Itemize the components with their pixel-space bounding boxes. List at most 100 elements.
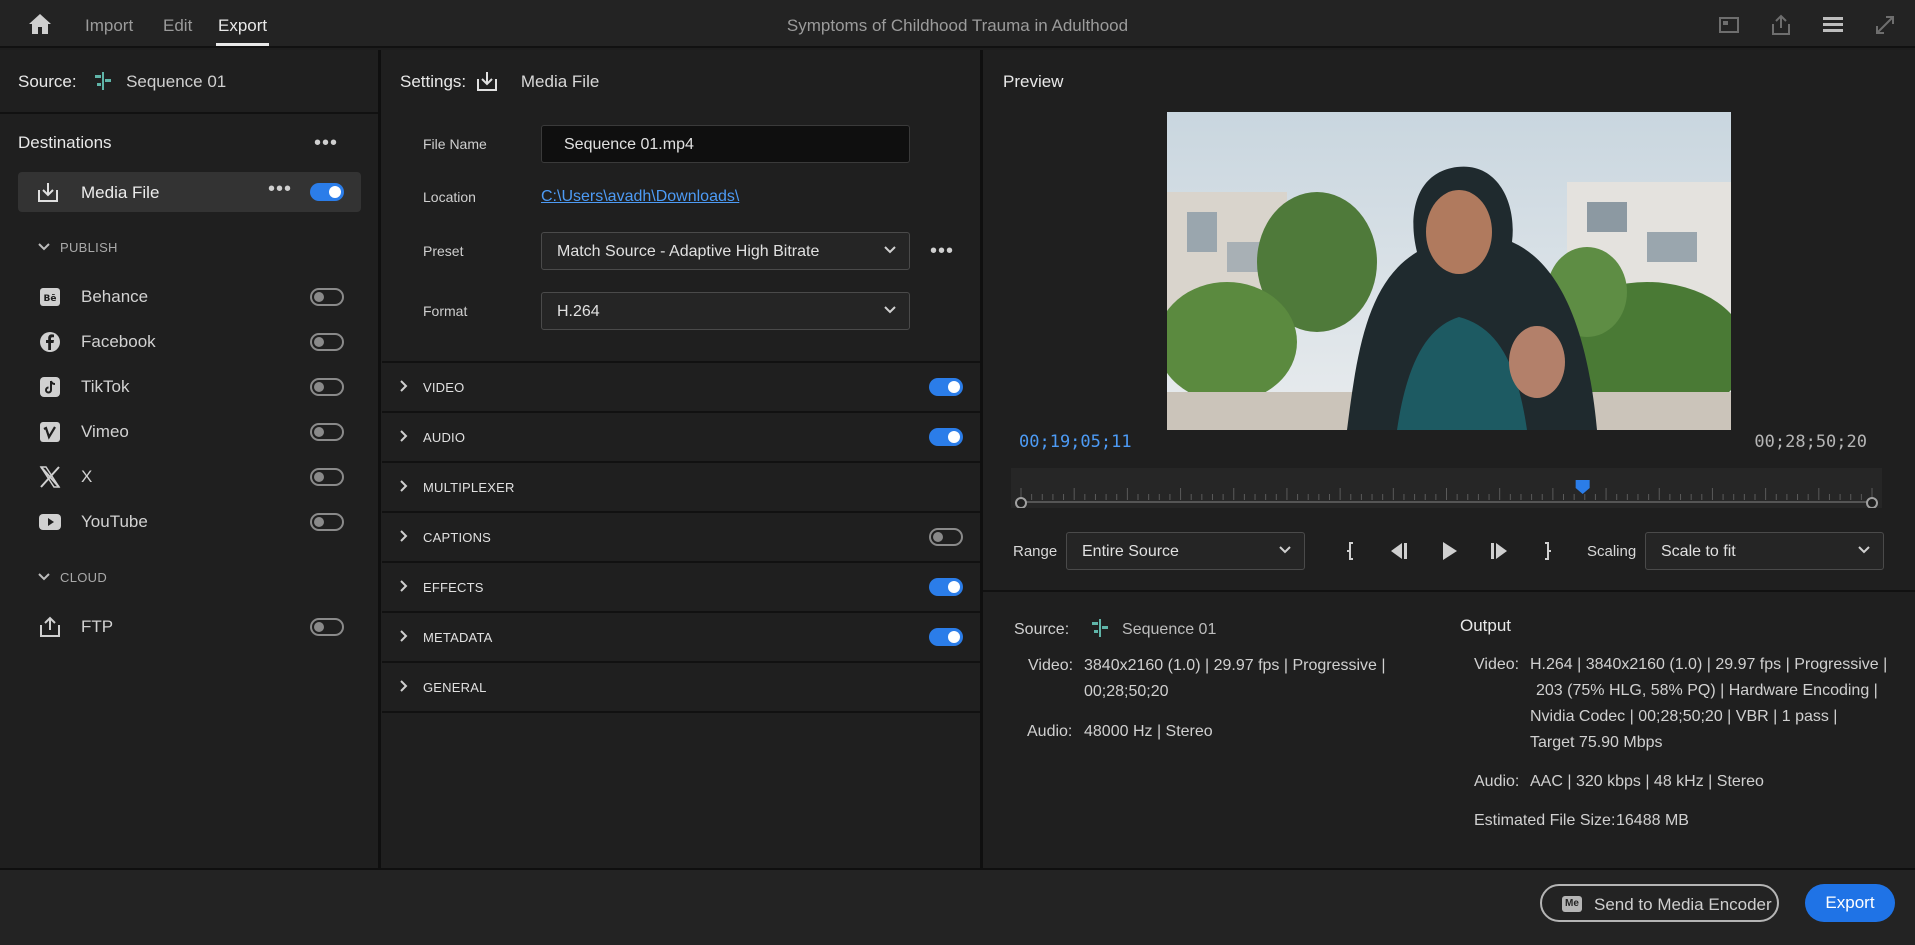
upload-icon bbox=[40, 616, 60, 637]
destination-name: TikTok bbox=[81, 377, 130, 396]
source-label: Source: bbox=[18, 72, 77, 91]
destination-name: X bbox=[81, 467, 93, 486]
step-back-icon[interactable] bbox=[1388, 540, 1410, 562]
source-sequence-name: Sequence 01 bbox=[126, 72, 227, 91]
scaling-value: Scale to fit bbox=[1661, 543, 1736, 560]
range-label: Range bbox=[1013, 543, 1058, 560]
destination-tiktok[interactable]: TikTok bbox=[38, 372, 348, 402]
destination-name: Facebook bbox=[81, 332, 156, 351]
source-info-value: Sequence 01 bbox=[1122, 621, 1217, 638]
format-dropdown[interactable]: H.264 bbox=[541, 292, 910, 330]
source-audio-label: Audio: bbox=[1027, 723, 1073, 740]
destination-vimeo[interactable]: Vimeo bbox=[38, 417, 348, 447]
format-value: H.264 bbox=[557, 303, 600, 320]
effects-toggle[interactable] bbox=[929, 578, 963, 596]
file-name-input[interactable]: Sequence 01.mp4 bbox=[541, 125, 910, 163]
range-value: Entire Source bbox=[1082, 543, 1179, 560]
section-label: GENERAL bbox=[423, 680, 487, 695]
section-label: EFFECTS bbox=[423, 580, 484, 595]
vimeo-toggle[interactable] bbox=[310, 423, 344, 441]
preset-dropdown[interactable]: Match Source - Adaptive High Bitrate bbox=[541, 232, 910, 270]
quick-export-icon[interactable] bbox=[1718, 14, 1740, 36]
media-file-more-icon[interactable]: ••• bbox=[268, 179, 292, 199]
section-label: CAPTIONS bbox=[423, 530, 492, 545]
in-point-handle[interactable] bbox=[1015, 497, 1027, 509]
out-point-handle[interactable] bbox=[1866, 497, 1878, 509]
output-audio-value: AAC | 320 kbps | 48 kHz | Stereo bbox=[1530, 773, 1764, 790]
chevron-down-icon bbox=[884, 306, 896, 314]
chevron-right-icon bbox=[400, 680, 408, 692]
destination-ftp[interactable]: FTP bbox=[38, 612, 348, 642]
export-button[interactable]: Export bbox=[1805, 884, 1895, 922]
location-link[interactable]: C:\Users\avadh\Downloads\ bbox=[541, 188, 739, 206]
cloud-section-header[interactable]: CLOUD bbox=[38, 570, 107, 585]
source-video-line1: 3840x2160 (1.0) | 29.97 fps | Progressiv… bbox=[1084, 657, 1386, 674]
captions-toggle[interactable] bbox=[929, 528, 963, 546]
destination-name: Behance bbox=[81, 287, 149, 306]
scaling-dropdown[interactable]: Scale to fit bbox=[1645, 532, 1884, 570]
ftp-toggle[interactable] bbox=[310, 618, 344, 636]
youtube-toggle[interactable] bbox=[310, 513, 344, 531]
current-timecode[interactable]: 00;19;05;11 bbox=[1019, 432, 1132, 452]
source-row: Source: Sequence 01 bbox=[18, 72, 226, 92]
timeline-scrubber[interactable] bbox=[1011, 468, 1882, 509]
metadata-toggle[interactable] bbox=[929, 628, 963, 646]
share-icon[interactable] bbox=[1770, 14, 1792, 36]
x-icon bbox=[39, 466, 61, 488]
destination-facebook[interactable]: Facebook bbox=[38, 327, 348, 357]
fullscreen-icon[interactable] bbox=[1874, 14, 1896, 36]
section-label: VIDEO bbox=[423, 380, 465, 395]
settings-header: Settings: Media File bbox=[400, 72, 599, 92]
destination-youtube[interactable]: YouTube bbox=[38, 507, 348, 537]
output-video-line3: Nvidia Codec | 00;28;50;20 | VBR | 1 pas… bbox=[1530, 708, 1838, 725]
section-effects[interactable]: EFFECTS bbox=[382, 561, 980, 609]
facebook-toggle[interactable] bbox=[310, 333, 344, 351]
section-general[interactable]: GENERAL bbox=[382, 661, 980, 713]
svg-text:Bē: Bē bbox=[44, 294, 57, 304]
chevron-right-icon bbox=[400, 630, 408, 642]
section-captions[interactable]: CAPTIONS bbox=[382, 511, 980, 559]
preset-more-icon[interactable]: ••• bbox=[930, 241, 954, 261]
destination-media-file[interactable]: Media File ••• bbox=[18, 172, 361, 212]
audio-toggle[interactable] bbox=[929, 428, 963, 446]
step-forward-icon[interactable] bbox=[1488, 540, 1510, 562]
send-to-media-encoder-button[interactable]: Me Send to Media Encoder bbox=[1540, 884, 1779, 922]
estimated-size-value: 16488 MB bbox=[1616, 812, 1689, 829]
x-toggle[interactable] bbox=[310, 468, 344, 486]
playhead[interactable] bbox=[1575, 480, 1590, 494]
destination-x[interactable]: X bbox=[38, 462, 348, 492]
destination-name: YouTube bbox=[81, 512, 148, 531]
destination-behance[interactable]: Bē Behance bbox=[38, 282, 348, 312]
source-info-header: Source: Sequence 01 bbox=[1014, 617, 1216, 643]
preset-value: Match Source - Adaptive High Bitrate bbox=[557, 243, 820, 260]
source-video-label: Video: bbox=[1028, 657, 1074, 674]
youtube-icon bbox=[39, 514, 61, 530]
behance-toggle[interactable] bbox=[310, 288, 344, 306]
download-icon bbox=[38, 183, 58, 202]
section-audio[interactable]: AUDIO bbox=[382, 411, 980, 459]
sequence-icon bbox=[1091, 619, 1108, 637]
top-bar: Import Edit Export Symptoms of Childhood… bbox=[0, 0, 1915, 48]
location-label: Location bbox=[423, 189, 476, 205]
video-toggle[interactable] bbox=[929, 378, 963, 396]
progress-icon[interactable] bbox=[1822, 14, 1844, 36]
play-icon[interactable] bbox=[1438, 540, 1460, 562]
divider bbox=[983, 590, 1915, 592]
section-metadata[interactable]: METADATA bbox=[382, 611, 980, 659]
section-multiplexer[interactable]: MULTIPLEXER bbox=[382, 461, 980, 509]
range-dropdown[interactable]: Entire Source bbox=[1066, 532, 1305, 570]
publish-section-header[interactable]: PUBLISH bbox=[38, 240, 118, 255]
section-video[interactable]: VIDEO bbox=[382, 361, 980, 409]
media-file-toggle[interactable] bbox=[310, 183, 344, 201]
format-label: Format bbox=[423, 303, 468, 319]
destinations-more-icon[interactable]: ••• bbox=[314, 133, 338, 153]
download-icon bbox=[477, 72, 497, 91]
duration-timecode: 00;28;50;20 bbox=[1754, 432, 1867, 452]
output-video-line1: H.264 | 3840x2160 (1.0) | 29.97 fps | Pr… bbox=[1530, 656, 1888, 673]
project-title: Symptoms of Childhood Trauma in Adulthoo… bbox=[786, 16, 1129, 35]
source-audio-value: 48000 Hz | Stereo bbox=[1084, 723, 1213, 740]
set-in-point-icon[interactable] bbox=[1340, 540, 1362, 562]
tiktok-toggle[interactable] bbox=[310, 378, 344, 396]
set-out-point-icon[interactable] bbox=[1536, 540, 1558, 562]
estimated-size-label: Estimated File Size: bbox=[1474, 812, 1616, 829]
